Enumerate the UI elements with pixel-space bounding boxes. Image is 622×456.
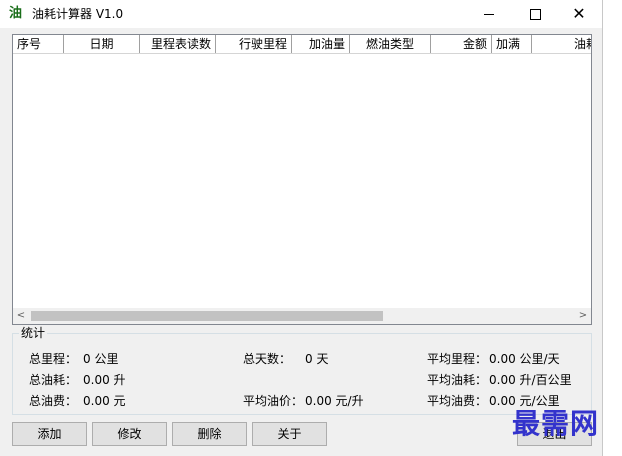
total-cost-label: 总油费： <box>29 394 78 408</box>
scroll-left-icon[interactable]: < <box>13 308 29 324</box>
total-fuel-label: 总油耗： <box>29 373 78 387</box>
avg-mileage-value: 0.00 公里/天 <box>489 352 560 366</box>
avg-fuel-value: 0.00 升/百公里 <box>489 373 572 387</box>
total-mileage-value: 0 公里 <box>83 352 119 366</box>
column-header-fuel-amount[interactable]: 加油量 <box>292 35 350 53</box>
maximize-button[interactable] <box>512 0 558 28</box>
avg-fuel-label: 平均油耗： <box>427 373 488 387</box>
add-button[interactable]: 添加 <box>12 422 87 446</box>
total-fuel-value: 0.00 升 <box>83 373 126 387</box>
avg-cost-value: 0.00 元/公里 <box>489 394 560 408</box>
statistics-group: 统计 总里程： 0 公里 总天数： 0 天 平均里程： 0.00 公里/天 总油… <box>12 326 592 415</box>
scrollbar-thumb[interactable] <box>31 311 383 321</box>
total-days-label: 总天数： <box>243 352 292 366</box>
maximize-icon <box>529 8 541 20</box>
list-header: 序号 日期 里程表读数 行驶里程 加油量 燃油类型 金额 加满 油耗 <box>13 35 591 54</box>
column-header-distance[interactable]: 行驶里程 <box>216 35 292 53</box>
close-button[interactable]: ✕ <box>556 0 602 28</box>
total-mileage-label: 总里程： <box>29 352 78 366</box>
window-title: 油耗计算器 V1.0 <box>32 7 124 21</box>
column-header-amount[interactable]: 金额 <box>431 35 492 53</box>
minimize-icon <box>484 13 494 15</box>
scroll-right-icon[interactable]: > <box>575 308 591 324</box>
avg-mileage-label: 平均里程： <box>427 352 488 366</box>
watermark-logo: 最需网 <box>512 407 600 440</box>
column-header-index[interactable]: 序号 <box>13 35 64 53</box>
about-button[interactable]: 关于 <box>252 422 327 446</box>
minimize-button[interactable] <box>466 0 512 28</box>
column-header-odometer[interactable]: 里程表读数 <box>140 35 216 53</box>
total-cost-value: 0.00 元 <box>83 394 126 408</box>
column-header-fuel-type[interactable]: 燃油类型 <box>350 35 431 53</box>
column-header-consumption[interactable]: 油耗 <box>532 35 591 53</box>
title-bar[interactable]: 油 油耗计算器 V1.0 ✕ <box>0 0 602 28</box>
avg-price-value: 0.00 元/升 <box>305 394 364 408</box>
avg-price-label: 平均油价： <box>243 394 304 408</box>
delete-button[interactable]: 删除 <box>172 422 247 446</box>
total-days-value: 0 天 <box>305 352 329 366</box>
app-window: 油 油耗计算器 V1.0 ✕ 序号 日期 里程表读数 行驶里程 加油量 燃油类型… <box>0 0 603 456</box>
column-header-full[interactable]: 加满 <box>492 35 532 53</box>
app-icon: 油 <box>9 6 23 21</box>
edit-button[interactable]: 修改 <box>92 422 167 446</box>
avg-cost-label: 平均油费： <box>427 394 488 408</box>
statistics-legend: 统计 <box>19 326 48 340</box>
column-header-date[interactable]: 日期 <box>64 35 140 53</box>
horizontal-scrollbar[interactable]: < > <box>13 308 591 324</box>
records-list[interactable]: 序号 日期 里程表读数 行驶里程 加油量 燃油类型 金额 加满 油耗 < > <box>12 34 592 325</box>
close-icon: ✕ <box>572 4 586 23</box>
